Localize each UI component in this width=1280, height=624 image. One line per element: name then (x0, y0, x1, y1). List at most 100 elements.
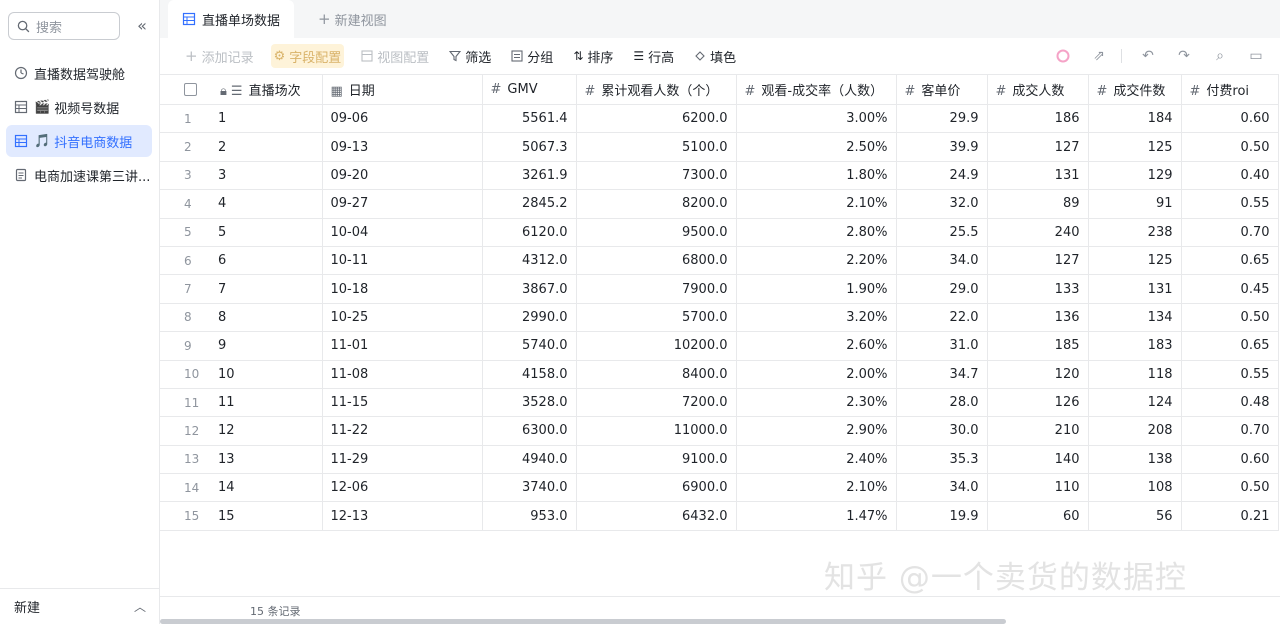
table-cell[interactable]: 8 (210, 303, 323, 333)
table-cell[interactable]: 10-11 (322, 246, 483, 276)
table-cell[interactable]: 7200.0 (576, 388, 737, 418)
table-cell[interactable]: 0.60 (1181, 445, 1279, 475)
table-cell[interactable]: 0.50 (1181, 132, 1279, 162)
table-cell[interactable]: 3.20% (736, 303, 897, 333)
table-cell[interactable]: 134 (1088, 303, 1182, 333)
table-cell[interactable]: 31.0 (896, 331, 988, 361)
table-cell[interactable]: 91 (1088, 189, 1182, 219)
table-row[interactable]: 1 1 09-06 5561.4 6200.0 3.00% 29.9 186 184 0.60 (160, 104, 1279, 134)
table-row[interactable]: 3 3 09-20 3261.9 7300.0 1.80% 24.9 131 129 0.40 (160, 161, 1279, 191)
column-header-avg-price[interactable]: # 客单价 (896, 74, 988, 105)
table-cell[interactable]: 108 (1088, 473, 1182, 503)
table-cell[interactable]: 2.00% (736, 360, 897, 389)
table-cell[interactable]: 240 (987, 218, 1089, 247)
table-cell[interactable]: 3528.0 (482, 388, 577, 418)
table-cell[interactable]: 15 (210, 501, 323, 531)
table-cell[interactable]: 125 (1088, 132, 1182, 162)
table-cell[interactable]: 09-13 (322, 132, 483, 162)
table-cell[interactable]: 125 (1088, 246, 1182, 276)
table-cell[interactable]: 2.40% (736, 445, 897, 475)
table-row[interactable]: 2 2 09-13 5067.3 5100.0 2.50% 39.9 127 125 0.50 (160, 132, 1279, 162)
table-cell[interactable]: 35.3 (896, 445, 988, 475)
ai-assist-icon[interactable] (1053, 46, 1073, 66)
table-cell[interactable]: 2.90% (736, 416, 897, 446)
table-cell[interactable]: 89 (987, 189, 1089, 219)
table-cell[interactable]: 0.45 (1181, 274, 1279, 304)
sort-button[interactable]: ⇅ 排序 (570, 44, 616, 68)
table-cell[interactable]: 5067.3 (482, 132, 577, 162)
table-cell[interactable]: 2.10% (736, 189, 897, 219)
table-cell[interactable]: 1.47% (736, 501, 897, 531)
column-header-buyers[interactable]: # 成交人数 (987, 74, 1089, 105)
table-cell[interactable]: 2 (210, 132, 323, 162)
table-cell[interactable]: 4158.0 (482, 360, 577, 389)
table-cell[interactable]: 6 (210, 246, 323, 276)
column-header-gmv[interactable]: # GMV (482, 74, 577, 105)
table-cell[interactable]: 12-13 (322, 501, 483, 531)
table-cell[interactable]: 5100.0 (576, 132, 737, 162)
sidebar-item-dashboard[interactable]: 直播数据驾驶舱 (6, 57, 152, 89)
table-cell[interactable]: 19.9 (896, 501, 988, 531)
table-row[interactable]: 10 10 11-08 4158.0 8400.0 2.00% 34.7 120 118 0.55 (160, 360, 1279, 389)
table-cell[interactable]: 126 (987, 388, 1089, 418)
table-cell[interactable]: 3740.0 (482, 473, 577, 503)
table-cell[interactable]: 9 (210, 331, 323, 361)
table-cell[interactable]: 29.0 (896, 274, 988, 304)
table-cell[interactable]: 6432.0 (576, 501, 737, 531)
table-cell[interactable]: 6200.0 (576, 104, 737, 134)
table-cell[interactable]: 0.70 (1181, 218, 1279, 247)
table-cell[interactable]: 6900.0 (576, 473, 737, 503)
table-cell[interactable]: 09-06 (322, 104, 483, 134)
table-cell[interactable]: 28.0 (896, 388, 988, 418)
table-row[interactable]: 4 4 09-27 2845.2 8200.0 2.10% 32.0 89 91 0.55 (160, 189, 1279, 219)
group-button[interactable]: 分组 (508, 44, 556, 68)
table-cell[interactable]: 6120.0 (482, 218, 577, 247)
table-cell[interactable]: 11-08 (322, 360, 483, 389)
table-cell[interactable]: 34.0 (896, 246, 988, 276)
table-cell[interactable]: 185 (987, 331, 1089, 361)
redo-icon[interactable]: ↷ (1174, 46, 1194, 66)
table-cell[interactable]: 2.10% (736, 473, 897, 503)
table-cell[interactable]: 22.0 (896, 303, 988, 333)
table-cell[interactable]: 1.80% (736, 161, 897, 191)
table-cell[interactable]: 1.90% (736, 274, 897, 304)
table-row[interactable]: 14 14 12-06 3740.0 6900.0 2.10% 34.0 110 108 0.50 (160, 473, 1279, 503)
table-cell[interactable]: 210 (987, 416, 1089, 446)
table-cell[interactable]: 9500.0 (576, 218, 737, 247)
table-cell[interactable]: 24.9 (896, 161, 988, 191)
table-cell[interactable]: 7900.0 (576, 274, 737, 304)
table-cell[interactable]: 09-27 (322, 189, 483, 219)
table-cell[interactable]: 12 (210, 416, 323, 446)
column-header-session[interactable]: 🔒︎ ☰ 直播场次 (210, 74, 323, 105)
table-cell[interactable]: 0.65 (1181, 246, 1279, 276)
add-record-button[interactable]: + 添加记录 (182, 44, 257, 68)
table-cell[interactable]: 3867.0 (482, 274, 577, 304)
horizontal-scrollbar[interactable] (160, 619, 1006, 624)
table-cell[interactable]: 10-25 (322, 303, 483, 333)
table-cell[interactable]: 120 (987, 360, 1089, 389)
table-cell[interactable]: 0.21 (1181, 501, 1279, 531)
table-cell[interactable]: 5 (210, 218, 323, 247)
table-cell[interactable]: 2845.2 (482, 189, 577, 219)
table-cell[interactable]: 131 (987, 161, 1089, 191)
table-cell[interactable]: 2.50% (736, 132, 897, 162)
table-cell[interactable]: 133 (987, 274, 1089, 304)
table-cell[interactable]: 140 (987, 445, 1089, 475)
table-cell[interactable]: 0.55 (1181, 360, 1279, 389)
table-row[interactable]: 9 9 11-01 5740.0 10200.0 2.60% 31.0 185 183 0.65 (160, 331, 1279, 361)
table-cell[interactable]: 0.50 (1181, 473, 1279, 503)
table-cell[interactable]: 0.40 (1181, 161, 1279, 191)
table-cell[interactable]: 10200.0 (576, 331, 737, 361)
table-cell[interactable]: 11-29 (322, 445, 483, 475)
table-cell[interactable]: 186 (987, 104, 1089, 134)
table-cell[interactable]: 124 (1088, 388, 1182, 418)
table-cell[interactable]: 7 (210, 274, 323, 304)
table-cell[interactable]: 34.0 (896, 473, 988, 503)
table-cell[interactable]: 3 (210, 161, 323, 191)
sidebar-item-video-account[interactable]: 🎬 视频号数据 (6, 91, 152, 123)
table-cell[interactable]: 4940.0 (482, 445, 577, 475)
sidebar-item-course-doc[interactable]: 电商加速课第三讲... (6, 159, 152, 191)
table-cell[interactable]: 14 (210, 473, 323, 503)
sidebar-new-button[interactable]: 新建 ︿ (0, 588, 160, 624)
table-cell[interactable]: 6800.0 (576, 246, 737, 276)
